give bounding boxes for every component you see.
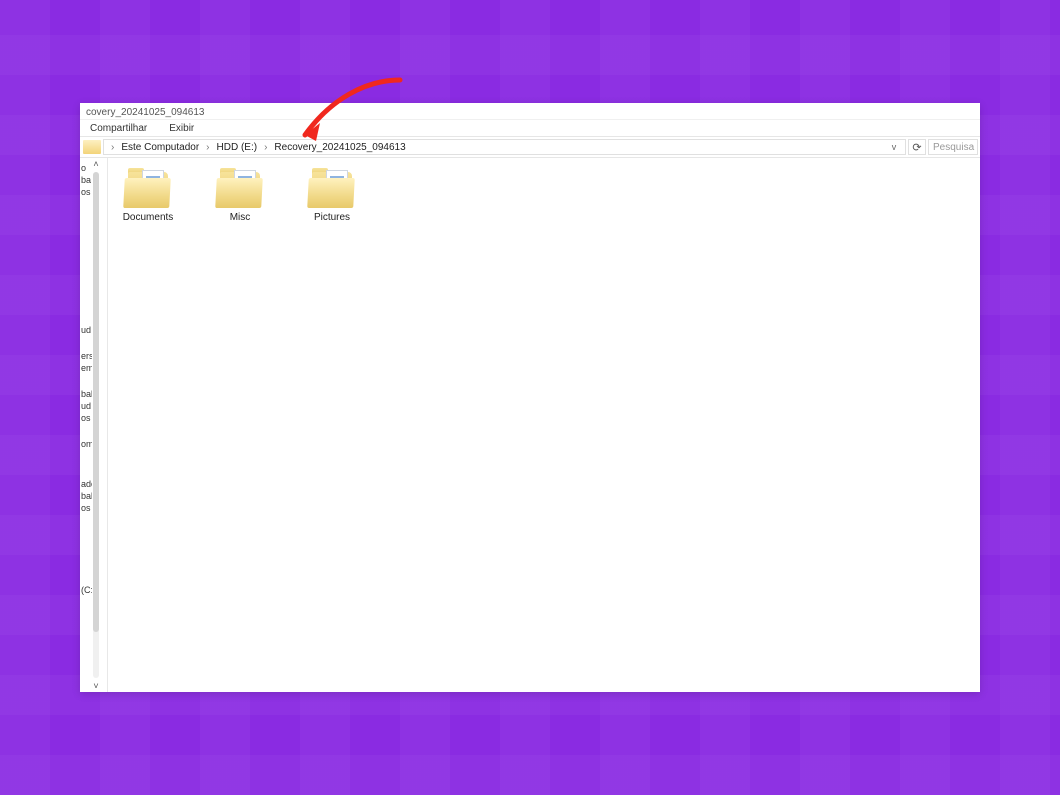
sidebar-item[interactable] — [80, 240, 92, 254]
sidebar-item[interactable] — [80, 254, 92, 268]
menu-bar: Compartilhar Exibir — [80, 120, 980, 136]
folder-icon — [216, 168, 264, 208]
window-title: covery_20241025_094613 — [86, 107, 204, 118]
menu-view[interactable]: Exibir — [165, 122, 198, 135]
sidebar-item[interactable]: ud — [80, 324, 92, 336]
sidebar-item[interactable] — [80, 212, 92, 226]
sidebar-item[interactable] — [80, 282, 92, 296]
folder-label: Pictures — [314, 212, 350, 223]
sidebar-item[interactable]: os — [80, 186, 92, 198]
sidebar-item[interactable] — [80, 374, 92, 388]
breadcrumb-item[interactable]: Recovery_20241025_094613 — [270, 142, 409, 153]
folder-item[interactable]: Misc — [208, 168, 272, 223]
sidebar-item[interactable]: erson — [80, 350, 92, 362]
menu-share[interactable]: Compartilhar — [86, 122, 151, 135]
sidebar-item[interactable]: ud F — [80, 400, 92, 412]
folder-grid: Documents Misc Pictures — [116, 168, 972, 223]
sidebar-item[interactable] — [80, 514, 92, 528]
chevron-right-icon: › — [108, 142, 117, 153]
folder-item[interactable]: Documents — [116, 168, 180, 223]
window-titlebar: covery_20241025_094613 — [80, 103, 980, 120]
sidebar[interactable]: ˄ ˅ obaosudersonemailbalhoud Fosompuador… — [80, 158, 108, 692]
sidebar-item[interactable]: os — [80, 412, 92, 424]
explorer-body: ˄ ˅ obaosudersonemailbalhoud Fosompuador… — [80, 158, 980, 692]
chevron-right-icon: › — [261, 142, 270, 153]
address-folder-icon[interactable] — [83, 140, 101, 154]
sidebar-item[interactable] — [80, 310, 92, 324]
breadcrumb-item[interactable]: HDD (E:) — [213, 142, 262, 153]
sidebar-item[interactable] — [80, 424, 92, 438]
refresh-icon: ⟳ — [912, 141, 921, 154]
sidebar-item[interactable] — [80, 296, 92, 310]
refresh-button[interactable]: ⟳ — [908, 139, 926, 155]
sidebar-item[interactable] — [80, 542, 92, 556]
sidebar-item[interactable] — [80, 528, 92, 542]
folder-icon — [308, 168, 356, 208]
sidebar-item[interactable] — [80, 226, 92, 240]
sidebar-item[interactable] — [80, 464, 92, 478]
sidebar-item[interactable] — [80, 556, 92, 570]
search-input[interactable]: Pesquisa — [928, 139, 978, 155]
sidebar-item[interactable]: email — [80, 362, 92, 374]
sidebar-item[interactable]: (C:) — [80, 584, 92, 596]
breadcrumb[interactable]: › Este Computador › HDD (E:) › Recovery_… — [103, 139, 906, 155]
sidebar-item[interactable] — [80, 198, 92, 212]
search-placeholder: Pesquisa — [933, 142, 974, 153]
address-bar-row: › Este Computador › HDD (E:) › Recovery_… — [80, 136, 980, 158]
folder-icon — [124, 168, 172, 208]
breadcrumb-item[interactable]: Este Computador — [117, 142, 203, 153]
sidebar-item[interactable]: o — [80, 162, 92, 174]
folder-label: Documents — [123, 212, 174, 223]
scrollbar-thumb[interactable] — [93, 172, 99, 632]
sidebar-item[interactable]: ba — [80, 174, 92, 186]
sidebar-items: obaosudersonemailbalhoud Fosompuadorbalh… — [80, 162, 92, 688]
sidebar-item[interactable] — [80, 450, 92, 464]
folder-item[interactable]: Pictures — [300, 168, 364, 223]
sidebar-item[interactable]: os — [80, 502, 92, 514]
explorer-window: covery_20241025_094613 Compartilhar Exib… — [80, 103, 980, 692]
sidebar-item[interactable] — [80, 336, 92, 350]
folder-content-pane[interactable]: Documents Misc Pictures — [108, 158, 980, 692]
folder-label: Misc — [230, 212, 251, 223]
sidebar-item[interactable]: ador — [80, 478, 92, 490]
address-dropdown-icon[interactable]: v — [887, 142, 901, 152]
sidebar-item[interactable]: ompu — [80, 438, 92, 450]
chevron-right-icon: › — [203, 142, 212, 153]
sidebar-item[interactable] — [80, 268, 92, 282]
sidebar-item[interactable]: balho — [80, 388, 92, 400]
sidebar-item[interactable]: balho — [80, 490, 92, 502]
sidebar-item[interactable] — [80, 570, 92, 584]
